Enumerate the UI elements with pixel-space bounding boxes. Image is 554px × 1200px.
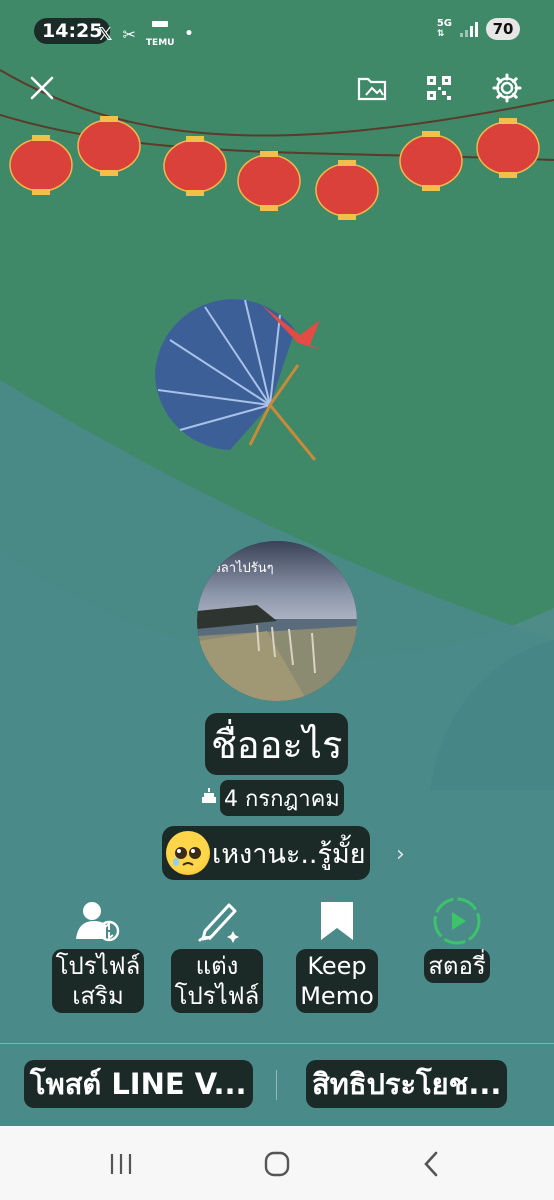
tab-line-voom-posts[interactable]: โพสต์ LINE V... (24, 1060, 253, 1108)
network-5g-icon: 5G ⇅ (436, 18, 452, 40)
story-label: สตอรี่ (424, 949, 490, 983)
birthday-text: 4 กรกฎาคม (220, 780, 344, 816)
profile-name[interactable]: ชื่ออะไร (205, 713, 349, 775)
recent-apps-icon[interactable] (101, 1146, 141, 1182)
temu-label: TEMU (145, 38, 175, 48)
background-image-icon[interactable] (352, 68, 392, 108)
temu-app-icon: TEMU (145, 20, 175, 48)
birthday-row: 4 กรกฎาคม (200, 779, 344, 817)
more-notifications-dot-icon: • (184, 26, 194, 42)
notification-icons: 𝕏 ✂ TEMU • (98, 20, 193, 48)
sub-profile-button[interactable]: โปรไฟล์ เสริม (44, 895, 152, 1013)
cake-icon (200, 787, 218, 810)
settings-gear-icon[interactable] (487, 68, 527, 108)
system-navigation-bar (0, 1126, 554, 1200)
status-message-text: เหงานะ..รู้มั้ย (212, 838, 366, 870)
qr-code-icon[interactable] (419, 68, 459, 108)
tab-benefits[interactable]: สิทธิประโยช... (306, 1060, 508, 1108)
avatar-caption: เวลาไปรันๆ (209, 561, 274, 576)
profile-avatar[interactable]: เวลาไปรันๆ (197, 541, 357, 701)
sub-profile-label: โปรไฟล์ เสริม (51, 949, 145, 1013)
signal-icon (460, 21, 478, 37)
edit-profile-button[interactable]: แต่ง โปรไฟล์ (163, 895, 271, 1013)
profile-switch-icon (44, 895, 152, 947)
battery-indicator: 70 (486, 18, 520, 40)
x-app-icon: 𝕏 (98, 23, 113, 45)
keep-memo-label: Keep Memo (296, 949, 378, 1013)
keep-memo-button[interactable]: Keep Memo (283, 895, 391, 1013)
status-message[interactable]: เหงานะ..รู้มั้ย (162, 826, 370, 880)
network-label: 5G (436, 18, 452, 29)
tab-separator (276, 1070, 277, 1100)
status-bar: 14:25 𝕏 ✂ TEMU • 5G ⇅ 70 (0, 0, 554, 60)
profile-screen: 14:25 𝕏 ✂ TEMU • 5G ⇅ 70 เวลาไปรันๆ ชื่อ… (0, 0, 554, 1200)
back-icon[interactable] (411, 1146, 451, 1182)
edit-profile-label: แต่ง โปรไฟล์ (170, 949, 264, 1013)
fan-decoration (155, 299, 330, 464)
section-divider (0, 1043, 554, 1044)
top-action-bar (0, 68, 554, 112)
system-status: 5G ⇅ 70 (437, 18, 520, 40)
home-icon[interactable] (257, 1146, 297, 1182)
capcut-app-icon: ✂ (122, 24, 136, 44)
close-icon[interactable] (22, 68, 62, 108)
story-button[interactable]: สตอรี่ (403, 895, 511, 983)
chevron-right-icon[interactable]: › (396, 842, 405, 867)
story-play-icon (403, 895, 511, 947)
pleading-face-emoji-icon (166, 831, 210, 875)
bookmark-icon (283, 895, 391, 947)
edit-pen-icon (163, 895, 271, 947)
